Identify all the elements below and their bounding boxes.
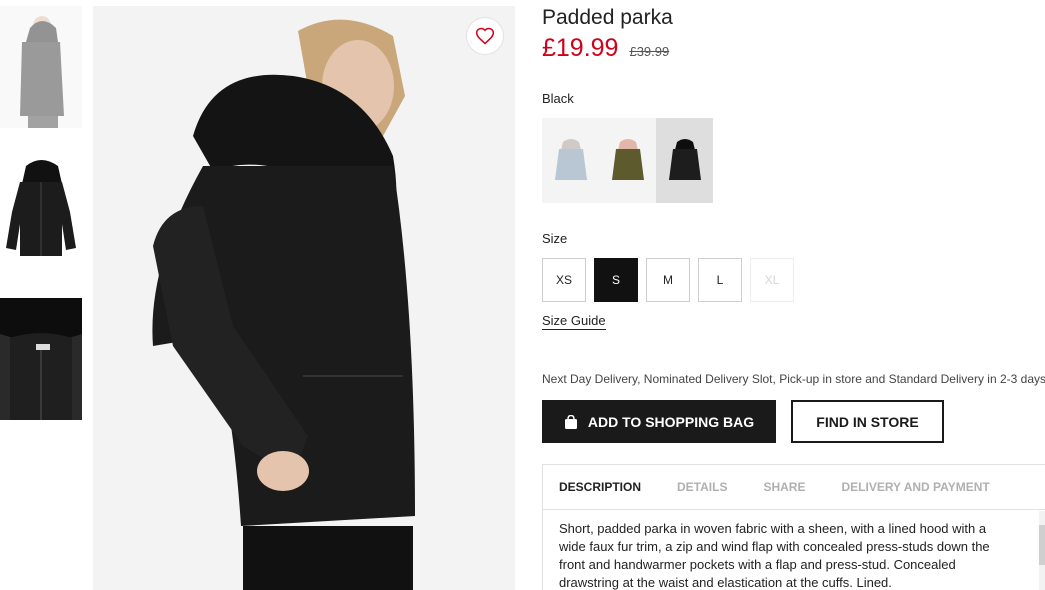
description-scrollbar-thumb[interactable]	[1039, 525, 1045, 565]
main-product-image[interactable]	[93, 6, 515, 590]
add-to-bag-label: ADD TO SHOPPING BAG	[587, 413, 755, 430]
thumbnail-model-image	[0, 6, 82, 128]
size-option-m[interactable]: M	[646, 258, 690, 302]
find-in-store-button[interactable]: FIND IN STORE	[791, 400, 944, 443]
size-options: XS S M L XL	[542, 258, 1042, 302]
price-row: £19.99 £39.99	[542, 34, 1042, 63]
tab-bar: DESCRIPTION DETAILS SHARE DELIVERY AND P…	[543, 465, 1045, 510]
swatch-black-image	[668, 138, 701, 180]
shopping-bag-icon	[564, 414, 577, 429]
swatch-khaki-image	[611, 138, 644, 180]
color-swatch-khaki[interactable]	[599, 118, 656, 203]
thumbnail-flat-image	[0, 152, 82, 274]
thumbnail-flat[interactable]	[0, 152, 82, 274]
tab-delivery-and-payment[interactable]: DELIVERY AND PAYMENT	[841, 480, 989, 494]
swatch-light-blue-image	[554, 138, 587, 180]
size-label: Size	[542, 231, 568, 246]
main-product-photo	[93, 6, 515, 590]
size-option-l[interactable]: L	[698, 258, 742, 302]
size-option-xl: XL	[750, 258, 794, 302]
sale-price: £19.99	[542, 34, 619, 62]
action-buttons: ADD TO SHOPPING BAG FIND IN STORE	[542, 400, 944, 443]
size-guide-link[interactable]: Size Guide	[542, 313, 606, 330]
tab-share[interactable]: SHARE	[763, 480, 805, 494]
product-title: Padded parka	[542, 6, 673, 29]
product-info: Padded parka £19.99 £39.99 Black Size XS	[542, 6, 1042, 330]
thumbnail-list	[0, 6, 82, 444]
original-price: £39.99	[629, 44, 670, 59]
product-tabs: DESCRIPTION DETAILS SHARE DELIVERY AND P…	[542, 464, 1045, 590]
add-to-bag-button[interactable]: ADD TO SHOPPING BAG	[542, 400, 776, 443]
size-option-s[interactable]: S	[594, 258, 638, 302]
color-swatch-black[interactable]	[656, 118, 713, 203]
thumbnail-model[interactable]	[0, 6, 82, 128]
tab-details[interactable]: DETAILS	[677, 480, 727, 494]
delivery-info: Next Day Delivery, Nominated Delivery Sl…	[542, 372, 1045, 386]
size-option-xs[interactable]: XS	[542, 258, 586, 302]
thumbnail-detail[interactable]	[0, 298, 82, 420]
color-swatches	[542, 118, 1042, 203]
favourite-button[interactable]	[466, 17, 504, 55]
description-text: Short, padded parka in woven fabric with…	[559, 521, 990, 590]
tab-description[interactable]: DESCRIPTION	[559, 480, 641, 494]
selected-color-name: Black	[542, 91, 574, 106]
thumbnail-detail-image	[0, 298, 82, 420]
color-swatch-light-blue[interactable]	[542, 118, 599, 203]
heart-icon	[475, 27, 495, 45]
